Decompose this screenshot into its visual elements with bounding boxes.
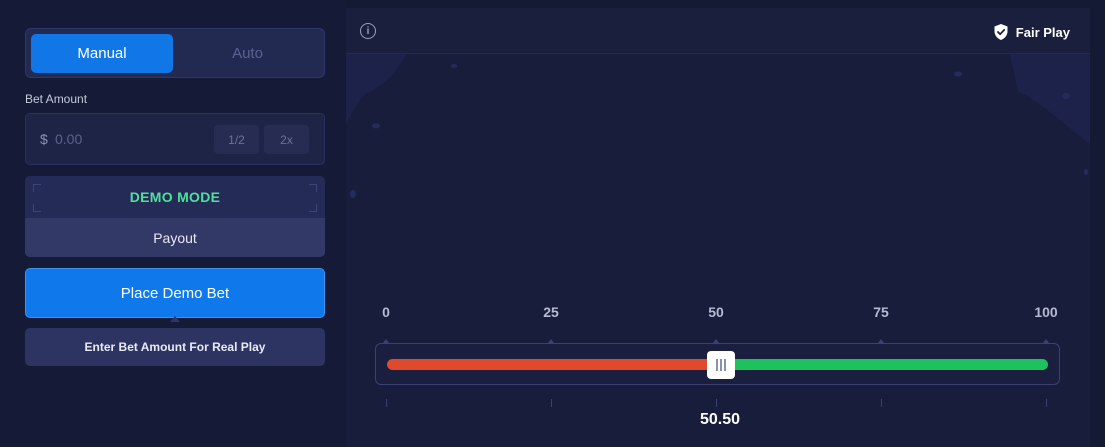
- currency-symbol: $: [40, 131, 48, 147]
- bet-amount-field: $ 1/2 2x: [25, 113, 325, 165]
- info-icon[interactable]: i: [360, 23, 376, 39]
- slider-thumb[interactable]: [706, 351, 735, 379]
- slider-bottom-tick: [1046, 399, 1047, 407]
- demo-mode-box: DEMO MODE Payout: [25, 176, 325, 257]
- demo-mode-banner: DEMO MODE: [25, 176, 325, 218]
- tooltip-pointer: [170, 316, 180, 322]
- corner-bracket-icon: [309, 204, 317, 212]
- slider-bottom-tick: [386, 399, 387, 407]
- payout-label: Payout: [25, 218, 325, 257]
- slider-bottom-tick: [716, 399, 717, 407]
- slider-bottom-tick: [881, 399, 882, 407]
- demo-mode-label: DEMO MODE: [129, 189, 221, 205]
- bet-amount-input[interactable]: [55, 128, 205, 150]
- roll-slider[interactable]: [375, 343, 1060, 385]
- background-splatter-decoration: [346, 54, 1090, 198]
- slider-tick-label: 0: [382, 304, 390, 320]
- shield-check-icon: [994, 24, 1008, 40]
- right-gutter: [1090, 0, 1105, 447]
- manual-tab[interactable]: Manual: [31, 34, 173, 73]
- half-bet-button[interactable]: 1/2: [214, 125, 259, 154]
- bet-amount-label: Bet Amount: [25, 92, 88, 106]
- double-bet-button[interactable]: 2x: [264, 125, 309, 154]
- place-demo-bet-button[interactable]: Place Demo Bet: [25, 268, 325, 318]
- slider-tick-label: 75: [873, 304, 889, 320]
- slider-tick-label: 50: [708, 304, 724, 320]
- corner-bracket-icon: [33, 204, 41, 212]
- dice-game-area: i Fair Play 0 25 50 75 100 50.50: [346, 8, 1090, 447]
- corner-bracket-icon: [33, 184, 41, 192]
- fair-play-label: Fair Play: [1015, 24, 1070, 40]
- game-header: i Fair Play: [346, 8, 1090, 54]
- bet-controls-panel: Manual Auto Bet Amount $ 1/2 2x DEMO MOD…: [0, 0, 346, 447]
- grip-line-icon: [723, 359, 726, 371]
- mode-toggle: Manual Auto: [25, 28, 325, 78]
- slider-tick-label: 25: [543, 304, 559, 320]
- fair-play-button[interactable]: Fair Play: [994, 23, 1070, 41]
- slider-lose-track: [387, 359, 721, 370]
- slider-tick-label: 100: [1034, 304, 1058, 320]
- real-play-hint: Enter Bet Amount For Real Play: [25, 328, 325, 366]
- slider-bottom-tick: [551, 399, 552, 407]
- grip-line-icon: [715, 359, 718, 371]
- grip-line-icon: [719, 359, 722, 371]
- corner-bracket-icon: [309, 184, 317, 192]
- auto-tab[interactable]: Auto: [176, 34, 319, 73]
- roll-target-value: 50.50: [699, 411, 741, 428]
- slider-win-track: [720, 359, 1048, 370]
